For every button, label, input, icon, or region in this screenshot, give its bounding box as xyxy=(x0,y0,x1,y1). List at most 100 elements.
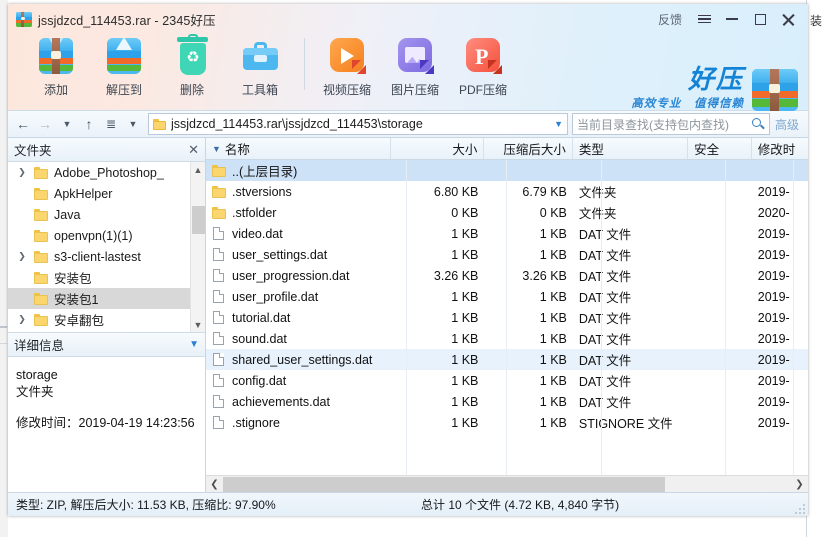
toolbar-label: 视频压缩 xyxy=(322,83,371,97)
brand-text: 好压 高效专业 值得信赖 xyxy=(631,66,744,111)
toolbar-button-video-compress[interactable]: 视频压缩 xyxy=(313,30,381,98)
table-row[interactable]: .stignore 1 KB 1 KB STIGNORE 文件 2019- xyxy=(206,412,808,433)
table-row[interactable]: ..(上层目录) xyxy=(206,160,808,181)
cell-type: DAT 文件 xyxy=(578,354,632,368)
column-header-security[interactable]: 安全 xyxy=(688,138,752,159)
address-input[interactable]: jssjdzcd_114453.rar\jssjdzcd_114453\stor… xyxy=(148,113,568,135)
view-options-chevron-down-icon[interactable]: ▼ xyxy=(122,112,144,136)
table-row[interactable]: .stversions 6.80 KB 6.79 KB 文件夹 2019- xyxy=(206,181,808,202)
close-icon[interactable]: ✕ xyxy=(188,142,199,158)
file-list[interactable]: ..(上层目录) .stversions 6.80 KB 6.79 KB 文件夹 xyxy=(206,160,808,475)
folder-icon xyxy=(34,313,48,326)
cell-packed: 1 KB xyxy=(539,394,567,409)
tree-item-openvpn[interactable]: openvpn(1)(1) xyxy=(8,225,205,246)
search-placeholder: 当前目录查找(支持包内查找) xyxy=(576,117,729,132)
main-toolbar: 添加 解压到 ♻ 删除 工具箱 视频压缩 图片压缩 P PDF压缩 好压 高效专… xyxy=(8,30,808,111)
toolbar-label: 工具箱 xyxy=(241,83,278,97)
left-sidebar: 文件夹 ✕ ❯ Adobe_Photoshop_ ApkHelper Java … xyxy=(8,138,206,492)
table-row[interactable]: config.dat 1 KB 1 KB DAT 文件 2019- xyxy=(206,370,808,391)
view-list-icon[interactable]: ≣ xyxy=(100,112,122,136)
delete-trash-icon: ♻ xyxy=(170,34,214,78)
table-row[interactable]: tutorial.dat 1 KB 1 KB DAT 文件 2019- xyxy=(206,307,808,328)
cell-modified: 2019- xyxy=(757,289,790,304)
cell-name: .stfolder xyxy=(232,205,277,220)
file-icon xyxy=(213,332,224,345)
scrollbar-thumb[interactable] xyxy=(223,477,665,492)
table-row[interactable]: shared_user_settings.dat 1 KB 1 KB DAT 文… xyxy=(206,349,808,370)
advanced-search-link[interactable]: 高级 xyxy=(770,116,804,133)
table-row[interactable]: user_progression.dat 3.26 KB 3.26 KB DAT… xyxy=(206,265,808,286)
chevron-down-icon[interactable]: ▼ xyxy=(189,339,199,350)
cell-type: DAT 文件 xyxy=(578,375,632,389)
table-row[interactable]: user_profile.dat 1 KB 1 KB DAT 文件 2019- xyxy=(206,286,808,307)
table-row[interactable]: sound.dat 1 KB 1 KB DAT 文件 2019- xyxy=(206,328,808,349)
close-icon[interactable] xyxy=(774,8,802,30)
table-row[interactable]: user_settings.dat 1 KB 1 KB DAT 文件 2019- xyxy=(206,244,808,265)
cell-name: achievements.dat xyxy=(232,394,330,409)
toolbar-button-toolbox[interactable]: 工具箱 xyxy=(226,30,294,98)
chevron-right-icon[interactable]: ❯ xyxy=(16,162,28,183)
column-header-name[interactable]: ▼ 名称 xyxy=(206,138,392,159)
cell-name: shared_user_settings.dat xyxy=(232,352,373,367)
chevron-up-icon[interactable]: ▲ xyxy=(191,162,205,177)
file-list-horizontal-scrollbar[interactable]: ❮ ❯ xyxy=(206,475,808,492)
table-row[interactable]: achievements.dat 1 KB 1 KB DAT 文件 2019- xyxy=(206,391,808,412)
toolbar-button-add[interactable]: 添加 xyxy=(22,30,90,98)
folder-tree-scrollbar[interactable]: ▲ ▼ xyxy=(190,162,205,332)
tree-item-installers[interactable]: 安装包 xyxy=(8,267,205,288)
cell-type: DAT 文件 xyxy=(578,249,632,263)
address-chevron-down-icon[interactable]: ▼ xyxy=(548,119,563,129)
brand-tagline-right: 值得信赖 xyxy=(694,98,744,110)
table-row[interactable]: .stfolder 0 KB 0 KB 文件夹 2020- xyxy=(206,202,808,223)
chevron-left-icon[interactable]: ❮ xyxy=(206,476,223,492)
tree-item-android-repack[interactable]: ❯ 安卓翻包 xyxy=(8,309,205,330)
chevron-down-icon[interactable]: ▼ xyxy=(191,317,205,332)
folder-tree[interactable]: ❯ Adobe_Photoshop_ ApkHelper Java openvp… xyxy=(8,162,205,332)
arrow-left-icon[interactable]: ← xyxy=(12,112,34,136)
column-header-packed-size[interactable]: 压缩后大小 xyxy=(484,138,573,159)
folder-icon xyxy=(34,166,48,179)
window-body: 文件夹 ✕ ❯ Adobe_Photoshop_ ApkHelper Java … xyxy=(8,138,808,492)
column-header-type[interactable]: 类型 xyxy=(573,138,689,159)
minimize-icon[interactable] xyxy=(718,8,746,30)
brand-logo: 好压 高效专业 值得信赖 xyxy=(631,66,798,111)
feedback-button[interactable]: 反馈 xyxy=(650,8,690,30)
tree-item-apkhelper[interactable]: ApkHelper xyxy=(8,183,205,204)
maximize-icon[interactable] xyxy=(746,8,774,30)
chevron-right-icon[interactable]: ❯ xyxy=(16,246,28,267)
details-panel-header[interactable]: 详细信息 ▼ xyxy=(8,333,205,357)
toolbar-button-pdf-compress[interactable]: P PDF压缩 xyxy=(449,30,517,98)
cell-modified: 2019- xyxy=(757,415,790,430)
toolbar-button-extract-to[interactable]: 解压到 xyxy=(90,30,158,98)
tree-item-java[interactable]: Java xyxy=(8,204,205,225)
tree-item-adobe-photoshop[interactable]: ❯ Adobe_Photoshop_ xyxy=(8,162,205,183)
chevron-right-icon[interactable]: ❯ xyxy=(791,476,808,492)
table-row[interactable]: video.dat 1 KB 1 KB DAT 文件 2019- xyxy=(206,223,808,244)
history-dropdown-icon[interactable]: ▼ xyxy=(56,112,78,136)
chevron-right-icon[interactable]: ❯ xyxy=(16,309,28,330)
toolbar-separator xyxy=(304,38,305,90)
tree-item-label: 安装包1 xyxy=(54,293,99,307)
cell-type: DAT 文件 xyxy=(578,291,632,305)
title-bar[interactable]: jssjdzcd_114453.rar - 2345好压 反馈 xyxy=(8,4,808,30)
resize-grip-icon[interactable] xyxy=(795,504,805,514)
arrow-up-icon[interactable]: ↑ xyxy=(78,112,100,136)
tree-item-s3-client-lastest[interactable]: ❯ s3-client-lastest xyxy=(8,246,205,267)
search-icon[interactable] xyxy=(751,117,765,131)
cell-name: config.dat xyxy=(232,373,287,388)
background-artifact-1 xyxy=(0,326,7,328)
toolbar-button-delete[interactable]: ♻ 删除 xyxy=(158,30,226,98)
scrollbar-thumb[interactable] xyxy=(192,206,205,234)
tree-item-label: 安卓翻包 xyxy=(54,314,105,328)
archive-box-icon xyxy=(16,11,32,27)
search-input[interactable]: 当前目录查找(支持包内查找) xyxy=(571,113,770,135)
cell-packed: 1 KB xyxy=(539,226,567,241)
column-header-modified[interactable]: 修改时 xyxy=(752,138,808,159)
cell-name: sound.dat xyxy=(232,331,287,346)
arrow-right-icon[interactable]: → xyxy=(34,112,56,136)
column-header-size[interactable]: 大小 xyxy=(391,138,485,159)
cell-modified: 2019- xyxy=(757,310,790,325)
hamburger-menu-icon[interactable] xyxy=(690,8,718,30)
tree-item-installers-1[interactable]: 安装包1 xyxy=(8,288,205,309)
toolbar-button-image-compress[interactable]: 图片压缩 xyxy=(381,30,449,98)
